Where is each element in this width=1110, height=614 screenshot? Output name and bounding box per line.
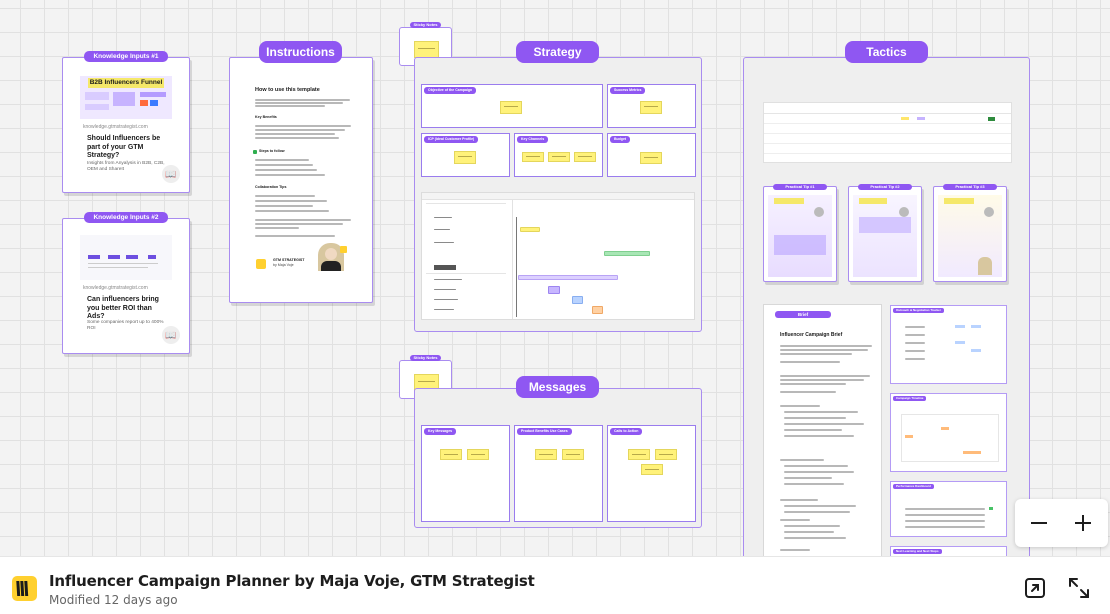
objective-subframe[interactable]: Objective of the Campaign [421, 84, 603, 128]
knowledge-2-heading: Can influencers bring you better ROI tha… [87, 296, 159, 320]
practical-tip-3-label[interactable]: Practical Tip #3 [943, 184, 997, 190]
knowledge-inputs-1-label[interactable]: Knowledge Inputs #1 [84, 51, 168, 62]
calls-to-action-label: Calls to Action [610, 428, 643, 435]
sticky-note[interactable] [440, 449, 462, 460]
messages-frame[interactable]: Key Messages Product Benefits Use Cases … [414, 388, 702, 528]
practical-tip-1-card[interactable] [763, 186, 837, 282]
knowledge-1-heading: Should Influencers be part of your GTM S… [87, 135, 161, 159]
sticky-note[interactable] [655, 449, 677, 460]
open-external-icon [1025, 578, 1045, 598]
sticky-note[interactable] [414, 41, 439, 58]
practical-tip-3-card[interactable] [933, 186, 1007, 282]
instructions-title: How to use this template [255, 87, 320, 93]
next-steps-label: Next Learning and Next Steps [893, 549, 942, 554]
instructions-brand: GTM STRATEGIST [273, 258, 305, 262]
strategy-frame[interactable]: Objective of the Campaign Success Metric… [414, 57, 702, 332]
fullscreen-button[interactable] [1066, 575, 1092, 601]
knowledge-inputs-2-card[interactable]: knowledge.gtmstrategist.com Can influenc… [62, 218, 190, 354]
key-messages-label: Key Messages [424, 428, 457, 435]
fullscreen-icon [1069, 578, 1089, 598]
practical-tip-1-label[interactable]: Practical Tip #1 [773, 184, 827, 190]
knowledge-1-domain: knowledge.gtmstrategist.com [83, 124, 148, 130]
messages-label[interactable]: Messages [516, 376, 599, 398]
zoom-out-button[interactable] [1019, 503, 1059, 543]
gantt-table[interactable] [421, 192, 695, 320]
sticky-notes-label-2[interactable]: Sticky Notes [410, 355, 441, 361]
modified-timestamp: Modified 12 days ago [49, 593, 178, 607]
board-title[interactable]: Influencer Campaign Planner by Maja Voje… [49, 572, 535, 590]
performance-dashboard[interactable]: Performance Dashboard [890, 481, 1007, 537]
practical-tip-2-label[interactable]: Practical Tip #2 [858, 184, 912, 190]
knowledge-2-sub: Some companies report up to 400% ROI [87, 320, 164, 331]
product-benefits-subframe[interactable]: Product Benefits Use Cases [514, 425, 603, 522]
knowledge-inputs-2-label[interactable]: Knowledge Inputs #2 [84, 212, 168, 223]
tactics-frame[interactable]: Practical Tip #1 Practical Tip #2 Practi… [743, 57, 1030, 556]
brief-label[interactable]: Brief [775, 311, 831, 318]
strategy-label[interactable]: Strategy [516, 41, 599, 63]
funnel-image-title: B2B Influencers Funnel [88, 78, 164, 88]
sticky-note[interactable] [500, 101, 522, 114]
book-icon[interactable]: 📖 [162, 326, 180, 344]
instructions-author: by Maja Voje [273, 263, 294, 267]
gtm-logo-icon [256, 259, 266, 269]
roi-image [80, 235, 172, 280]
sticky-note[interactable] [628, 449, 650, 460]
budget-subframe[interactable]: Budget [607, 133, 696, 177]
sticky-note[interactable] [562, 449, 584, 460]
key-channels-label: Key Channels [517, 136, 549, 143]
instructions-card[interactable]: How to use this template Key Benefits St… [229, 57, 373, 303]
instructions-s1: Key Benefits [255, 115, 277, 119]
tactics-label[interactable]: Tactics [845, 41, 928, 63]
open-board-button[interactable] [1022, 575, 1048, 601]
tactics-table[interactable] [763, 102, 1012, 163]
brief-doc[interactable]: Influencer Campaign Brief [763, 304, 882, 556]
instructions-label[interactable]: Instructions [259, 41, 342, 63]
funnel-image: B2B Influencers Funnel [80, 76, 172, 119]
book-icon[interactable]: 📖 [162, 165, 180, 183]
sticky-note[interactable] [548, 152, 570, 162]
sticky-note[interactable] [640, 101, 662, 114]
knowledge-inputs-1-card[interactable]: B2B Influencers Funnel knowledge.gtmstra… [62, 57, 190, 193]
sticky-note[interactable] [467, 449, 489, 460]
next-steps-frame[interactable]: Next Learning and Next Steps [890, 546, 1007, 556]
sticky-note[interactable] [522, 152, 544, 162]
practical-tip-2-card[interactable] [848, 186, 922, 282]
outreach-tracker[interactable]: Outreach & Negotiation Tracker [890, 305, 1007, 384]
zoom-controls [1015, 499, 1108, 547]
outreach-tracker-label: Outreach & Negotiation Tracker [893, 308, 945, 313]
board-canvas[interactable]: B2B Influencers Funnel knowledge.gtmstra… [0, 0, 1110, 556]
campaign-timeline-label: Campaign Timeline [893, 396, 927, 401]
brief-title: Influencer Campaign Brief [780, 332, 843, 338]
instructions-s2: Steps to follow [259, 149, 285, 153]
sticky-notes-label-1[interactable]: Sticky Notes [410, 22, 441, 28]
sticky-note[interactable] [454, 151, 476, 164]
sticky-note[interactable] [640, 152, 662, 164]
sticky-note[interactable] [535, 449, 557, 460]
product-benefits-label: Product Benefits Use Cases [517, 428, 572, 435]
performance-dashboard-label: Performance Dashboard [893, 484, 934, 489]
zoom-in-button[interactable] [1063, 503, 1103, 543]
sticky-note[interactable] [574, 152, 596, 162]
icp-subframe[interactable]: ICP (Ideal Customer Profile) [421, 133, 510, 177]
budget-label: Budget [610, 136, 631, 143]
board-info-bar: Influencer Campaign Planner by Maja Voje… [0, 556, 1110, 614]
key-messages-subframe[interactable]: Key Messages [421, 425, 510, 522]
sticky-note[interactable] [641, 464, 663, 475]
instructions-doc: How to use this template Key Benefits St… [243, 77, 363, 297]
campaign-timeline[interactable]: Campaign Timeline [890, 393, 1007, 472]
instructions-s3: Collaboration Tips [255, 185, 287, 189]
success-metrics-subframe[interactable]: Success Metrics [607, 84, 696, 128]
success-metrics-label: Success Metrics [610, 87, 646, 94]
knowledge-1-sub: Insights from Anyalysis in B2B, C2B, OEM… [87, 161, 165, 172]
miro-logo-icon[interactable] [12, 576, 37, 601]
calls-to-action-subframe[interactable]: Calls to Action [607, 425, 696, 522]
minus-icon [1031, 522, 1047, 524]
knowledge-2-domain: knowledge.gtmstrategist.com [83, 285, 148, 291]
objective-label: Objective of the Campaign [424, 87, 477, 94]
key-channels-subframe[interactable]: Key Channels [514, 133, 603, 177]
plus-icon [1075, 515, 1091, 531]
icp-label: ICP (Ideal Customer Profile) [424, 136, 479, 143]
